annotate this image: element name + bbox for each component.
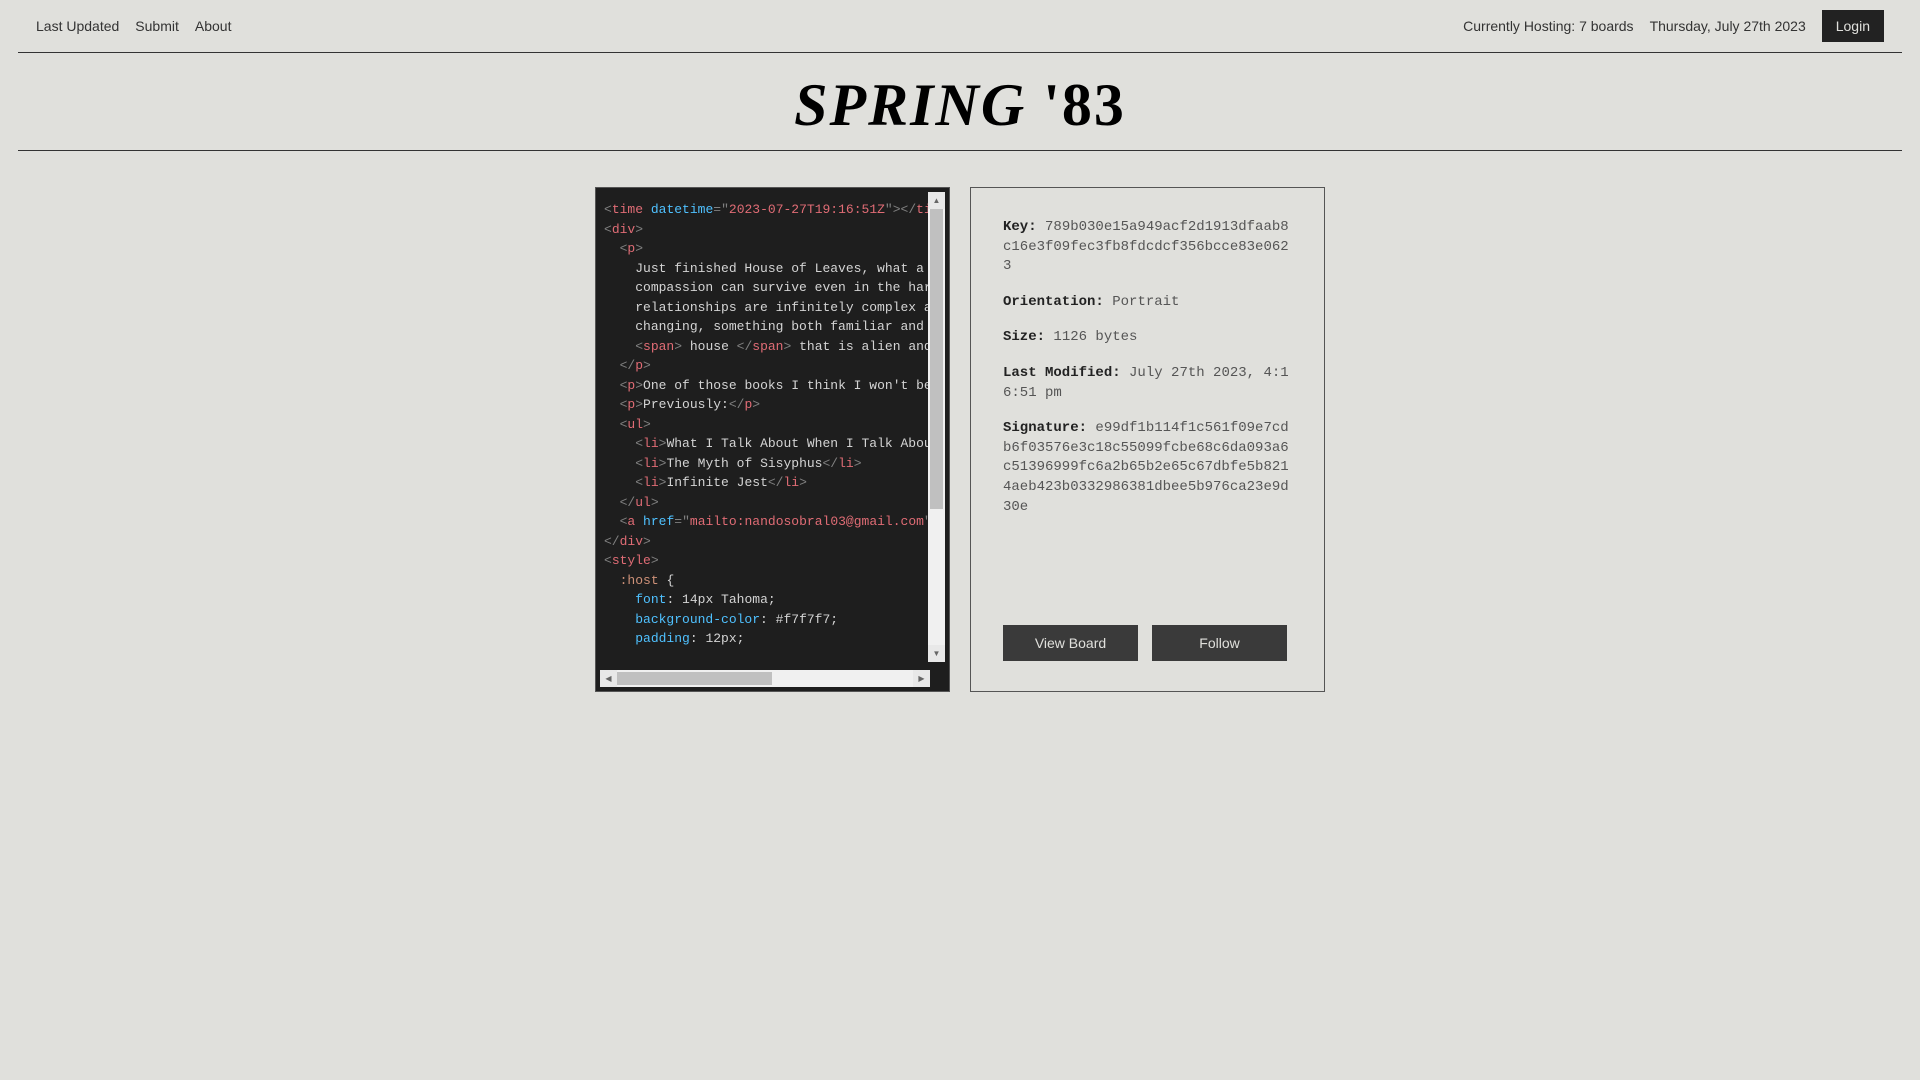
key-label: Key: xyxy=(1003,219,1037,235)
info-buttons: View Board Follow xyxy=(1003,625,1292,661)
info-content: Key: 789b030e15a949acf2d1913dfaab8c16e3f… xyxy=(1003,218,1292,533)
current-date: Thursday, July 27th 2023 xyxy=(1650,18,1806,34)
title-section: SPRING '83 xyxy=(18,53,1902,151)
login-button[interactable]: Login xyxy=(1822,10,1884,42)
size-label: Size: xyxy=(1003,329,1045,345)
scroll-left-icon[interactable]: ◀ xyxy=(600,670,617,687)
header-nav-right: Currently Hosting: 7 boards Thursday, Ju… xyxy=(1463,10,1884,42)
info-key: Key: 789b030e15a949acf2d1913dfaab8c16e3f… xyxy=(1003,218,1292,277)
scroll-h-thumb[interactable] xyxy=(617,672,772,685)
orientation-label: Orientation: xyxy=(1003,294,1104,310)
hosting-status: Currently Hosting: 7 boards xyxy=(1463,18,1633,34)
page-title: SPRING '83 xyxy=(18,71,1902,140)
code-panel: <time datetime="2023-07-27T19:16:51Z"></… xyxy=(595,187,950,692)
size-value: 1126 bytes xyxy=(1053,329,1137,345)
view-board-button[interactable]: View Board xyxy=(1003,625,1138,661)
title-year: '83 xyxy=(1026,72,1126,138)
scroll-down-icon[interactable]: ▼ xyxy=(928,645,945,662)
title-spring: SPRING xyxy=(794,72,1026,138)
key-value: 789b030e15a949acf2d1913dfaab8c16e3f09fec… xyxy=(1003,219,1289,274)
nav-last-updated[interactable]: Last Updated xyxy=(36,18,119,34)
orientation-value: Portrait xyxy=(1112,294,1179,310)
code-inner[interactable]: <time datetime="2023-07-27T19:16:51Z"></… xyxy=(600,192,945,662)
nav-submit[interactable]: Submit xyxy=(135,18,179,34)
signature-label: Signature: xyxy=(1003,420,1087,436)
modified-label: Last Modified: xyxy=(1003,365,1121,381)
info-size: Size: 1126 bytes xyxy=(1003,328,1292,348)
scroll-right-icon[interactable]: ▶ xyxy=(913,670,930,687)
vertical-scrollbar[interactable]: ▲ ▼ xyxy=(928,192,945,662)
horizontal-scrollbar[interactable]: ◀ ▶ xyxy=(600,670,930,687)
info-orientation: Orientation: Portrait xyxy=(1003,293,1292,313)
code-content: <time datetime="2023-07-27T19:16:51Z"></… xyxy=(600,192,945,657)
info-panel: Key: 789b030e15a949acf2d1913dfaab8c16e3f… xyxy=(970,187,1325,692)
header: Last Updated Submit About Currently Host… xyxy=(18,0,1902,53)
scroll-v-thumb[interactable] xyxy=(930,209,943,509)
info-modified: Last Modified: July 27th 2023, 4:16:51 p… xyxy=(1003,364,1292,403)
follow-button[interactable]: Follow xyxy=(1152,625,1287,661)
nav-about[interactable]: About xyxy=(195,18,232,34)
main-content: <time datetime="2023-07-27T19:16:51Z"></… xyxy=(0,151,1920,692)
info-signature: Signature: e99df1b114f1c561f09e7cdb6f035… xyxy=(1003,419,1292,517)
header-nav-left: Last Updated Submit About xyxy=(36,18,231,34)
scroll-up-icon[interactable]: ▲ xyxy=(928,192,945,209)
